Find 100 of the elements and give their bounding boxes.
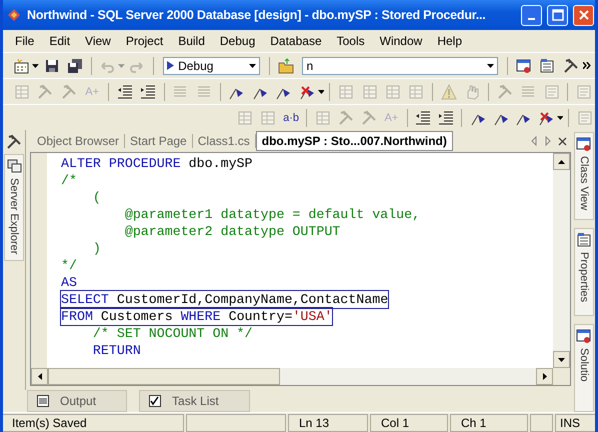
flag-cross-icon <box>298 84 315 100</box>
menu-item[interactable]: Project <box>118 34 170 48</box>
folder-icon <box>278 58 294 74</box>
configuration-dropdown[interactable]: Debug <box>163 56 260 74</box>
grid-icon <box>237 110 254 126</box>
app-icon <box>6 7 22 23</box>
menu-item[interactable]: Edit <box>41 34 78 48</box>
document-icon <box>544 84 560 100</box>
tools-icon[interactable] <box>6 134 22 150</box>
code-line: ) <box>92 240 101 257</box>
grid-icon <box>338 84 354 100</box>
lines-icon <box>172 84 188 100</box>
lines-icon <box>196 84 212 100</box>
menu-item[interactable]: Window <box>372 34 430 48</box>
document-tab[interactable]: Object Browser <box>32 134 126 148</box>
outdent-icon <box>415 110 432 126</box>
status-panel <box>530 414 553 432</box>
close-icon[interactable] <box>558 136 567 146</box>
panel-tab[interactable]: Output <box>27 390 128 412</box>
toolbar-button[interactable]: a·b <box>280 106 302 128</box>
side-tab[interactable]: Class View <box>574 132 594 220</box>
panel-tab-label: Output <box>60 394 96 408</box>
output-icon <box>36 394 50 408</box>
caret-icon <box>249 64 256 68</box>
right-arrow-icon[interactable] <box>542 373 546 380</box>
document-tab[interactable]: Start Page <box>125 134 193 148</box>
grid-icon <box>14 84 30 100</box>
code-line: @parameter1 datatype = default value, <box>124 206 420 223</box>
side-tab-label: Solutio <box>578 348 590 382</box>
menu-item[interactable]: View <box>77 34 118 48</box>
panel-tab[interactable]: Task List <box>139 390 250 412</box>
side-tab[interactable]: Server Explorer <box>4 154 24 262</box>
menu-item[interactable]: Tools <box>328 34 372 48</box>
indent-icon <box>438 110 454 126</box>
floppy-disks-icon <box>67 58 84 74</box>
caret-icon <box>487 64 494 68</box>
grid-icon <box>260 110 276 126</box>
grid-icon <box>385 84 401 100</box>
minimize-button[interactable] <box>521 4 542 26</box>
horizontal-scrollbar[interactable] <box>31 368 570 385</box>
menu-item[interactable]: Debug <box>212 34 262 48</box>
down-arrow-icon[interactable] <box>558 358 565 362</box>
code-line: /* <box>61 172 77 189</box>
tools-icon <box>562 58 579 74</box>
side-tab-label: Properties <box>578 252 590 302</box>
checklist-icon <box>148 394 162 408</box>
code-line: @parameter2 datatype OUTPUT <box>124 223 340 240</box>
more-icon[interactable] <box>583 62 592 69</box>
code-line: RETURN <box>92 342 141 359</box>
exclamation-icon <box>440 84 457 100</box>
code-editor[interactable] <box>30 152 571 386</box>
menu-item[interactable]: Help <box>429 34 470 48</box>
code-line: AS <box>61 274 77 291</box>
code-line: FROM Customers WHERE Country='USA' <box>61 308 332 325</box>
scroll-right-icon[interactable] <box>544 136 552 146</box>
window-title: Northwind - SQL Server 2000 Database [design] - dbo.mySP : Stored Procedur... <box>27 8 487 22</box>
scroll-left-icon[interactable] <box>530 136 538 146</box>
grid-icon <box>408 84 424 100</box>
close-button[interactable] <box>573 4 594 26</box>
wrench-icon <box>37 84 54 100</box>
code-line: /* SET NOCOUNT ON */ <box>92 325 253 342</box>
grid-icon <box>314 110 331 126</box>
menu-item[interactable]: File <box>7 34 42 48</box>
dropdown-value: Debug <box>178 58 214 72</box>
vertical-scrollbar[interactable] <box>553 153 570 368</box>
dropdown-value: n <box>306 58 314 72</box>
code-line: ( <box>92 189 101 206</box>
code-line: SELECT CustomerId,CompanyName,ContactName <box>61 291 388 308</box>
panel-tab-label: Task List <box>172 394 219 408</box>
left-arrow-icon[interactable] <box>38 373 42 380</box>
side-tab[interactable]: Properties <box>574 228 594 316</box>
minimize-icon <box>528 18 535 20</box>
menu-item[interactable]: Build <box>170 34 212 48</box>
document-tab[interactable]: dbo.mySP : Sto...007.Northwind) <box>256 131 453 151</box>
maximize-icon <box>552 9 564 21</box>
side-tab-label: Server Explorer <box>8 178 20 254</box>
properties-icon <box>576 232 592 248</box>
scrollbar-thumb[interactable] <box>48 368 280 385</box>
document-icon <box>576 84 592 100</box>
menu-item[interactable]: Database <box>262 34 329 48</box>
grid-icon <box>362 84 378 100</box>
caret-icon[interactable] <box>32 64 40 68</box>
find-dropdown[interactable]: n <box>302 56 498 74</box>
side-tab[interactable]: Solutio <box>574 324 594 412</box>
caret-icon[interactable] <box>556 116 564 120</box>
line-number: Ln 13 <box>288 414 368 432</box>
play-icon <box>167 61 174 70</box>
side-tab-label: Class View <box>578 156 590 210</box>
maximize-button[interactable] <box>547 4 568 26</box>
flag-cross-icon <box>538 110 554 126</box>
code-line: */ <box>61 257 77 274</box>
up-arrow-icon[interactable] <box>558 160 565 164</box>
char-number: Ch 1 <box>450 414 528 432</box>
close-icon <box>578 9 590 21</box>
wrench-icon <box>496 84 513 100</box>
code-line: ALTER PROCEDURE dbo.mySP <box>61 155 253 172</box>
caret-icon[interactable] <box>318 90 324 94</box>
indent-icon <box>140 84 156 100</box>
new-project-icon <box>14 58 30 74</box>
outdent-icon <box>116 84 133 100</box>
